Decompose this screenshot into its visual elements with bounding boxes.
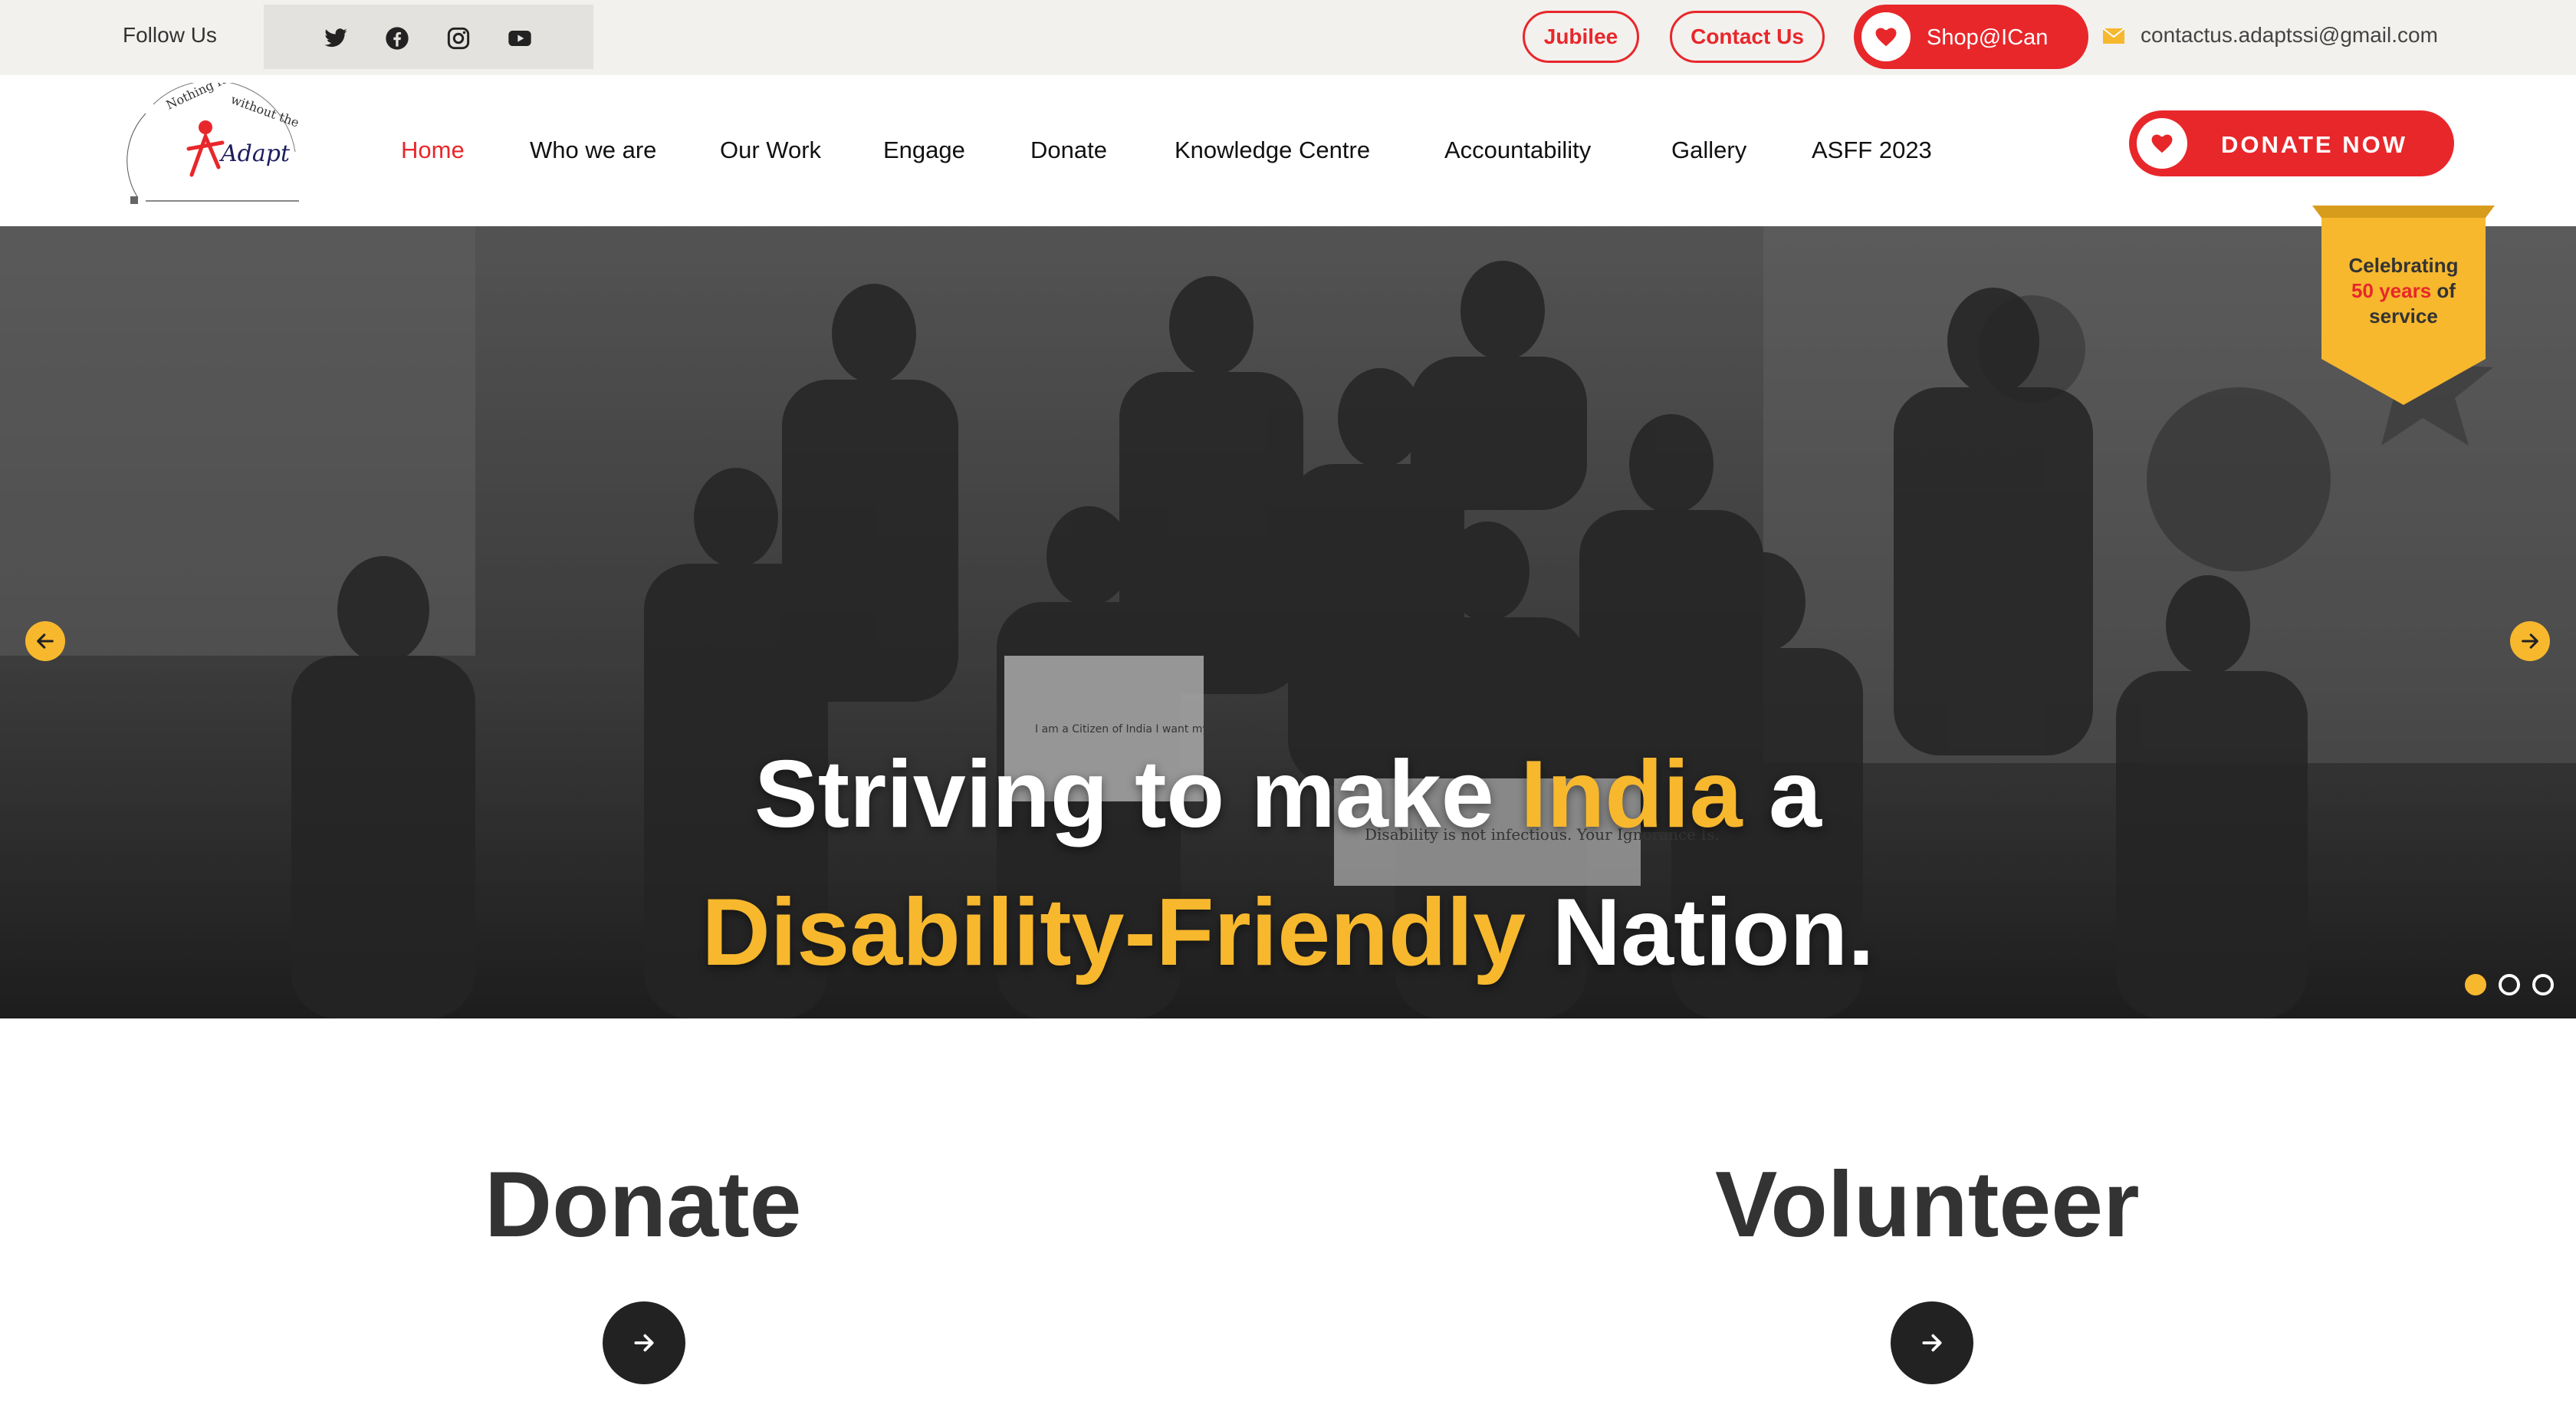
logo-text: Adapt — [219, 140, 291, 167]
donate-now-label: DONATE NOW — [2221, 131, 2407, 158]
hero-highlight: Disability-Friendly — [702, 880, 1526, 985]
hero-slider: I am a Citizen of India I want my civil … — [0, 226, 2576, 1018]
slider-dot-2[interactable] — [2499, 974, 2520, 995]
slider-dot-1[interactable] — [2465, 974, 2486, 995]
contact-us-button[interactable]: Contact Us — [1670, 11, 1825, 63]
arrow-right-icon — [634, 1334, 654, 1352]
hero-headline-line1: Striving to make India a — [0, 740, 2576, 849]
arrow-right-icon — [1922, 1334, 1942, 1352]
volunteer-heading: Volunteer — [1715, 1152, 2140, 1256]
badge-line: service — [2369, 304, 2438, 327]
hero-headline-line2: Disability-Friendly Nation. — [0, 878, 2576, 987]
slider-prev-button[interactable] — [25, 621, 65, 661]
heart-icon — [2137, 118, 2187, 169]
slider-dot-3[interactable] — [2532, 974, 2554, 995]
anniversary-badge-text: Celebrating 50 years of service — [2312, 253, 2495, 329]
facebook-icon[interactable] — [385, 26, 409, 51]
nav-gallery[interactable]: Gallery — [1671, 137, 1746, 164]
follow-us-label: Follow Us — [123, 23, 217, 47]
nav-who-we-are[interactable]: Who we are — [530, 137, 656, 164]
nav-accountability[interactable]: Accountability — [1444, 137, 1591, 164]
jubilee-button[interactable]: Jubilee — [1523, 11, 1639, 63]
nav-asff-2023[interactable]: ASFF 2023 — [1812, 137, 1932, 164]
shop-label: Shop@ICan — [1927, 25, 2049, 50]
shop-button[interactable]: Shop@ICan — [1854, 5, 2088, 69]
email-link[interactable]: contactus.adaptssi@gmail.com — [2141, 23, 2438, 48]
hero-highlight: India — [1520, 742, 1743, 847]
donate-arrow-button[interactable] — [603, 1301, 685, 1384]
arrow-right-icon — [2522, 633, 2538, 649]
top-bar: Follow Us Jubilee Contact Us Shop@ICan c… — [0, 0, 2576, 75]
social-links — [264, 5, 593, 69]
badge-line: Celebrating — [2348, 254, 2459, 277]
hero-text: a — [1742, 742, 1822, 847]
volunteer-arrow-button[interactable] — [1891, 1301, 1973, 1384]
nav-home[interactable]: Home — [401, 137, 465, 164]
twitter-icon[interactable] — [324, 26, 348, 51]
slider-next-button[interactable] — [2510, 621, 2550, 661]
youtube-icon[interactable] — [508, 26, 532, 51]
arrow-left-icon — [37, 633, 54, 649]
badge-of: of — [2436, 279, 2456, 302]
nav-engage[interactable]: Engage — [883, 137, 965, 164]
hero-text: Nation. — [1526, 880, 1875, 985]
mail-icon — [2102, 28, 2125, 44]
adapt-logo[interactable]: Nothing for the without the Adapt — [115, 58, 314, 213]
hero-text: Striving to make — [754, 742, 1521, 847]
heart-icon — [1861, 12, 1911, 61]
donate-heading: Donate — [485, 1152, 802, 1256]
donate-now-button[interactable]: DONATE NOW — [2129, 110, 2454, 176]
nav-our-work[interactable]: Our Work — [720, 137, 821, 164]
nav-donate[interactable]: Donate — [1030, 137, 1107, 164]
instagram-icon[interactable] — [446, 26, 471, 51]
badge-highlight: 50 years — [2351, 279, 2432, 302]
nav-knowledge-centre[interactable]: Knowledge Centre — [1175, 137, 1370, 164]
svg-text:without the: without the — [229, 92, 301, 130]
main-navbar: Nothing for the without the Adapt Home W… — [0, 58, 2576, 226]
